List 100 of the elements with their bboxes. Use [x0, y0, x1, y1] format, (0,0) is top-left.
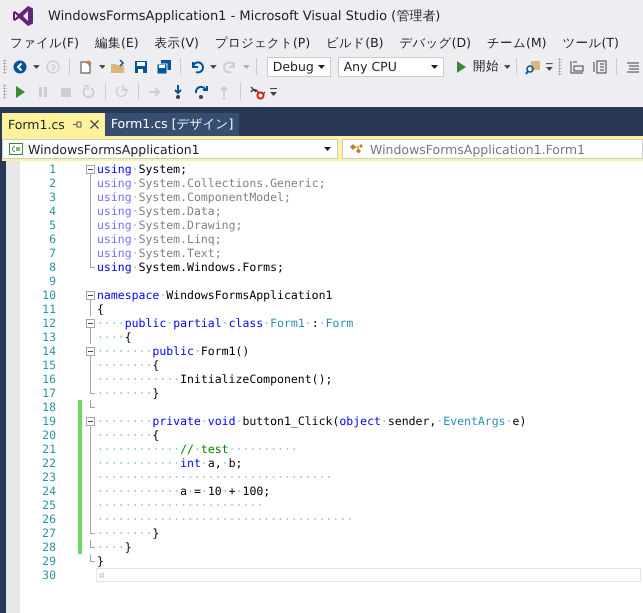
code-line: using·System.Collections.Generic; — [96, 176, 326, 190]
undo-icon[interactable] — [189, 58, 206, 74]
columns-icon[interactable] — [592, 58, 608, 74]
code-line: ········public·Form1() — [96, 344, 250, 358]
line-number: 28 — [41, 540, 56, 554]
window-title: WindowsFormsApplication1 - Microsoft Visual Studio (管理者) — [48, 8, 440, 25]
line-number: 17 — [41, 386, 56, 400]
back-icon[interactable] — [12, 58, 28, 74]
class-icon — [349, 142, 365, 156]
new-file-icon[interactable] — [78, 58, 94, 74]
caret-icon[interactable] — [430, 64, 438, 68]
line-number: 9 — [48, 274, 56, 288]
code-line: ····································· — [96, 512, 354, 526]
line-number: 29 — [41, 554, 56, 568]
save-all-icon[interactable] — [156, 58, 172, 74]
collapse-icon[interactable] — [86, 347, 95, 356]
menu-item[interactable]: プロジェクト(P) — [206, 32, 318, 54]
line-number: 13 — [41, 330, 56, 344]
line-number: 3 — [48, 190, 56, 204]
line-number: 21 — [41, 442, 56, 456]
document-tab[interactable]: Form1.cs [デザイン] — [104, 113, 240, 136]
open-folder-icon[interactable] — [110, 58, 126, 74]
line-number: 18 — [41, 400, 56, 414]
menu-item[interactable]: チーム(M) — [478, 32, 554, 54]
menu-item[interactable]: 表示(V) — [146, 32, 207, 54]
line-number: 23 — [41, 470, 56, 484]
caret-icon[interactable] — [33, 64, 40, 68]
line-number: 27 — [41, 526, 56, 540]
collapse-icon[interactable] — [86, 319, 95, 328]
line-number: 11 — [41, 302, 56, 316]
code-line: { — [96, 302, 105, 316]
type-dropdown[interactable]: WindowsFormsApplication1.Form1 — [342, 139, 643, 159]
code-line: ····public·partial·class·Form1·:·Form — [96, 316, 354, 330]
collapse-icon[interactable] — [86, 291, 95, 300]
align-icon[interactable] — [568, 58, 585, 74]
menu-item[interactable]: 編集(E) — [86, 32, 147, 54]
menu-item[interactable]: デバッグ(D) — [392, 32, 479, 54]
code-line: using·System.Text; — [96, 246, 223, 260]
code-line: using·System.Linq; — [96, 232, 223, 246]
code-line: using·System.Data; — [96, 204, 223, 218]
document-tab[interactable]: Form1.cs — [2, 113, 105, 136]
caret-icon[interactable] — [504, 64, 510, 68]
code-line: ········private·void·button1_Click(object·sender,·EventArgs·e) — [96, 414, 528, 428]
line-number: 19 — [41, 414, 56, 428]
logo-icon — [12, 5, 34, 27]
code-line: namespace·WindowsFormsApplication1 — [96, 288, 334, 302]
line-number: 12 — [41, 316, 56, 330]
code-line: ························ — [96, 498, 264, 512]
line-number: 7 — [48, 246, 56, 260]
line-number: 24 — [41, 484, 56, 498]
collapse-icon[interactable] — [86, 165, 95, 174]
start-button[interactable]: 開始 — [446, 58, 501, 75]
line-number: 1 — [48, 162, 56, 176]
code-line: ············int·a,·b; — [96, 456, 244, 470]
code-line: using·System.ComponentModel; — [96, 190, 292, 204]
step-over-icon[interactable] — [193, 84, 209, 100]
line-number: 16 — [41, 372, 56, 386]
code-line: } — [96, 554, 105, 568]
line-number: 26 — [41, 512, 56, 526]
pin-icon[interactable] — [72, 120, 82, 129]
code-line: ········} — [96, 386, 160, 400]
breakpoint-icon[interactable] — [249, 84, 265, 100]
collapse-icon[interactable] — [86, 417, 95, 426]
caret-icon[interactable] — [210, 64, 218, 68]
line-number: 22 — [41, 456, 56, 470]
code-line: ····} — [96, 540, 133, 554]
code-line: ············//·test·········· — [96, 442, 299, 456]
caret-icon[interactable] — [98, 64, 106, 68]
line-number: 14 — [41, 344, 56, 358]
menu-item[interactable]: ファイル(F) — [2, 32, 87, 54]
project-dropdown[interactable]: WindowsFormsApplication1 — [2, 139, 338, 159]
code-line: using·System.Windows.Forms; — [96, 260, 285, 274]
code-line: ·································· — [96, 470, 334, 484]
line-number: 10 — [41, 288, 56, 302]
line-number: 4 — [48, 204, 56, 218]
code-line: ········{ — [96, 428, 160, 442]
line-number: 20 — [41, 428, 56, 442]
line-number: 6 — [48, 232, 56, 246]
save-icon[interactable] — [133, 58, 150, 74]
close-icon[interactable] — [90, 120, 99, 129]
overflow-icon[interactable] — [546, 62, 554, 70]
code-line: ········{ — [96, 358, 160, 372]
code-line: ····{ — [96, 330, 133, 344]
code-line: ········} — [96, 526, 160, 540]
outline-line — [90, 330, 91, 344]
line-number: 15 — [41, 358, 56, 372]
overflow-icon[interactable] — [270, 88, 277, 96]
line-number: 25 — [41, 498, 56, 512]
code-line: using·System; — [96, 162, 188, 176]
caret-icon[interactable] — [318, 64, 325, 68]
csharp-file-icon — [9, 143, 23, 155]
caret-icon[interactable] — [324, 147, 331, 151]
line-number: 30 — [41, 568, 56, 582]
menu-item[interactable]: ビルド(B) — [318, 32, 392, 54]
code-line: ············InitializeComponent(); — [96, 372, 334, 386]
code-line: using·System.Drawing; — [96, 218, 244, 232]
menu-item[interactable]: ツール(T) — [554, 32, 627, 54]
find-icon[interactable] — [525, 58, 542, 74]
line-number: 8 — [48, 260, 56, 274]
line-number: 2 — [48, 176, 56, 190]
